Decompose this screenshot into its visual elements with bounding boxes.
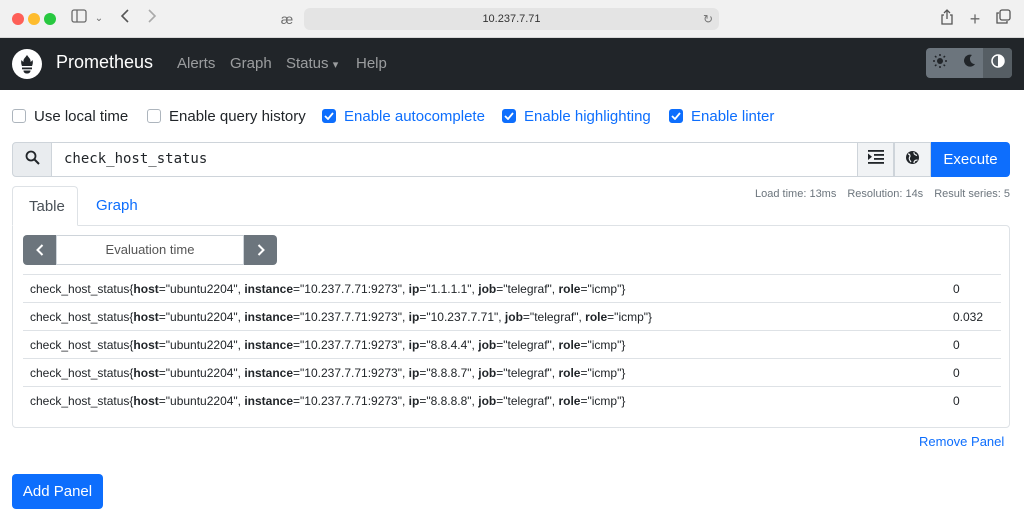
plus-icon[interactable]: + [966, 9, 984, 29]
check-icon [671, 112, 681, 120]
expression-input[interactable]: check_host_status [52, 142, 857, 177]
option-label: Enable autocomplete [344, 107, 485, 125]
search-icon [25, 150, 40, 170]
tab-graph[interactable]: Graph [80, 186, 154, 226]
back-icon[interactable] [118, 9, 132, 29]
table-row: check_host_status{host="ubuntu2204", ins… [23, 386, 1001, 414]
theme-auto-button[interactable] [983, 48, 1012, 78]
series-value: 0 [953, 366, 960, 380]
nav-status[interactable]: Status ▾ [286, 55, 338, 72]
reader-glyph[interactable]: æ [277, 9, 297, 29]
evaluation-time-picker: Evaluation time [23, 235, 277, 265]
chevron-right-icon [257, 244, 265, 256]
option-label: Enable query history [169, 107, 306, 125]
prometheus-logo-icon[interactable] [12, 49, 42, 79]
series-label: check_host_status{host="ubuntu2204", ins… [30, 310, 653, 324]
brand-title[interactable]: Prometheus [56, 52, 153, 73]
eval-time-next-button[interactable] [244, 235, 277, 265]
series-value: 0 [953, 394, 960, 408]
browser-chrome: ⌄ æ 10.237.7.71 ↻ + [0, 0, 1024, 38]
sun-icon [933, 53, 948, 73]
linter-checkbox[interactable] [669, 109, 683, 123]
nav-graph[interactable]: Graph [230, 55, 272, 72]
navbar: Prometheus Alerts Graph Status ▾ Help [0, 38, 1024, 90]
expression-row: check_host_status Execute [12, 142, 1010, 177]
nav-help[interactable]: Help [356, 55, 387, 72]
close-window-button[interactable] [12, 13, 24, 25]
remove-panel-link[interactable]: Remove Panel [919, 434, 1004, 449]
theme-toggle-group [926, 48, 1012, 78]
resolution: Resolution: 14s [847, 188, 924, 200]
globe-icon [905, 150, 920, 170]
theme-light-button[interactable] [926, 48, 955, 78]
option-label: Enable linter [691, 107, 775, 125]
table-row: check_host_status{host="ubuntu2204", ins… [23, 330, 1001, 358]
address-bar[interactable]: 10.237.7.71 ↻ [304, 8, 719, 30]
eval-time-prev-button[interactable] [23, 235, 56, 265]
use-local-time-checkbox[interactable] [12, 109, 26, 123]
metric-explorer-button[interactable] [894, 142, 931, 177]
series-label: check_host_status{host="ubuntu2204", ins… [30, 366, 626, 380]
option-enable-highlighting[interactable]: Enable highlighting [502, 107, 651, 125]
series-value: 0 [953, 338, 960, 352]
series-value: 0.032 [953, 310, 984, 324]
chevron-left-icon [35, 244, 43, 256]
table-panel: Evaluation time check_host_status{host="… [12, 225, 1010, 428]
option-label: Use local time [34, 107, 129, 125]
metrics-explorer-button[interactable] [12, 142, 52, 177]
check-icon [324, 112, 334, 120]
option-enable-linter[interactable]: Enable linter [669, 107, 774, 125]
moon-icon [963, 54, 976, 72]
theme-dark-button[interactable] [955, 48, 984, 78]
execute-button[interactable]: Execute [931, 142, 1010, 177]
table-row: check_host_status{host="ubuntu2204", ins… [23, 302, 1001, 330]
zoom-window-button[interactable] [44, 13, 56, 25]
share-icon[interactable] [938, 9, 956, 29]
minimize-window-button[interactable] [28, 13, 40, 25]
highlighting-checkbox[interactable] [502, 109, 516, 123]
forward-icon[interactable] [145, 9, 159, 29]
autocomplete-checkbox[interactable] [322, 109, 336, 123]
tabs-icon[interactable] [994, 9, 1012, 29]
caret-down-icon: ▾ [332, 59, 339, 71]
nav-alerts[interactable]: Alerts [177, 55, 215, 72]
option-enable-query-history[interactable]: Enable query history [147, 107, 306, 125]
option-enable-autocomplete[interactable]: Enable autocomplete [322, 107, 485, 125]
result-series: Result series: 5 [934, 188, 1010, 200]
check-icon [504, 112, 514, 120]
table-row: check_host_status{host="ubuntu2204", ins… [23, 358, 1001, 386]
series-value: 0 [953, 282, 960, 296]
series-label: check_host_status{host="ubuntu2204", ins… [30, 338, 626, 352]
url-text: 10.237.7.71 [482, 13, 541, 25]
option-use-local-time[interactable]: Use local time [12, 107, 128, 125]
evaluation-time-input[interactable]: Evaluation time [56, 235, 244, 265]
table-row: check_host_status{host="ubuntu2204", ins… [23, 274, 1001, 302]
load-time: Load time: 13ms [755, 188, 837, 200]
indent-icon [867, 150, 884, 169]
nav-status-label: Status [286, 55, 329, 72]
tab-table[interactable]: Table [12, 186, 78, 226]
option-label: Enable highlighting [524, 107, 651, 125]
format-expression-button[interactable] [857, 142, 894, 177]
reload-icon[interactable]: ↻ [703, 8, 713, 30]
sidebar-icon[interactable] [70, 9, 88, 29]
series-label: check_host_status{host="ubuntu2204", ins… [30, 394, 626, 408]
chevron-down-icon[interactable]: ⌄ [93, 9, 105, 29]
query-stats: Load time: 13ms Resolution: 14s Result s… [755, 188, 1010, 200]
series-label: check_host_status{host="ubuntu2204", ins… [30, 282, 626, 296]
add-panel-button[interactable]: Add Panel [12, 474, 103, 509]
query-history-checkbox[interactable] [147, 109, 161, 123]
contrast-icon [990, 53, 1005, 73]
